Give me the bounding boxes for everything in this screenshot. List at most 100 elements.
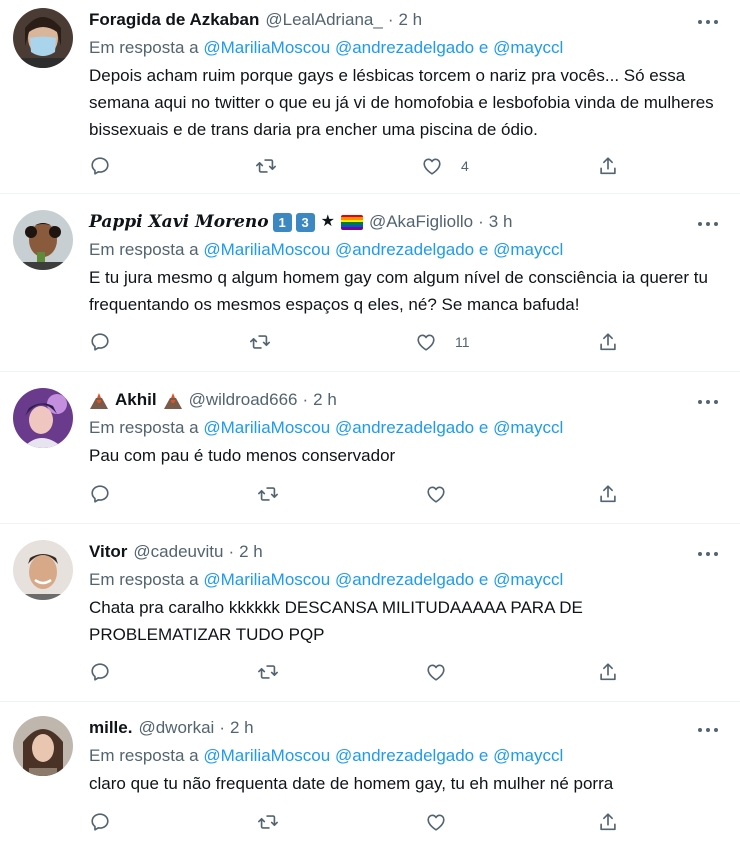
mention-link[interactable]: @andrezadelgado bbox=[335, 418, 474, 437]
tweet-item[interactable]: Foragida de Azkaban @LealAdriana_ · 2 h … bbox=[0, 0, 740, 194]
volcano-icon bbox=[163, 393, 182, 409]
reply-context: Em resposta a @MariliaMoscou @andrezadel… bbox=[89, 238, 728, 262]
user-handle[interactable]: @LealAdriana_ bbox=[265, 8, 382, 32]
share-icon bbox=[600, 157, 616, 175]
user-handle[interactable]: @AkaFigliollo bbox=[369, 210, 473, 234]
reply-prefix: Em resposta a bbox=[89, 746, 199, 765]
reply-button[interactable] bbox=[89, 660, 111, 684]
mention-conjunction: e bbox=[478, 570, 489, 589]
tweet-text: Chata pra caralho kkkkkk DESCANSA MILITU… bbox=[89, 598, 583, 644]
share-button[interactable] bbox=[597, 660, 619, 684]
like-button[interactable]: 4 bbox=[421, 154, 469, 178]
avatar[interactable] bbox=[13, 716, 73, 776]
reply-context: Em resposta a @MariliaMoscou @andrezadel… bbox=[89, 416, 728, 440]
display-name[interactable]: Foragida de Azkaban bbox=[89, 8, 259, 32]
timestamp[interactable]: 2 h bbox=[398, 8, 422, 32]
avatar[interactable] bbox=[13, 8, 73, 68]
display-name[interactable]: Vitor bbox=[89, 540, 127, 564]
more-icon[interactable] bbox=[698, 15, 722, 29]
reply-prefix: Em resposta a bbox=[89, 38, 199, 57]
mention-link[interactable]: @mayccl bbox=[493, 746, 563, 765]
share-button[interactable] bbox=[597, 154, 619, 178]
tweet-item[interactable]: Vitor @cadeuvitu · 2 h Em resposta a @Ma… bbox=[0, 524, 740, 702]
share-icon bbox=[600, 333, 616, 351]
mention-link[interactable]: @andrezadelgado bbox=[335, 746, 474, 765]
tweet-header: Vitor @cadeuvitu · 2 h bbox=[89, 540, 728, 564]
number-badge: 1 bbox=[272, 212, 292, 232]
timestamp[interactable]: 2 h bbox=[230, 716, 254, 740]
reply-prefix: Em resposta a bbox=[89, 240, 199, 259]
avatar[interactable] bbox=[13, 388, 73, 448]
like-button[interactable] bbox=[425, 660, 465, 684]
tweet-header: Foragida de Azkaban @LealAdriana_ · 2 h bbox=[89, 8, 728, 32]
share-icon bbox=[600, 813, 616, 831]
like-button[interactable]: 11 bbox=[415, 330, 470, 354]
display-name[interactable]: Pappi Xavi Moreno bbox=[89, 210, 269, 234]
like-button[interactable] bbox=[425, 810, 465, 834]
tweet-text: Pau com pau é tudo menos conservador bbox=[89, 446, 396, 465]
heart-icon bbox=[427, 664, 445, 681]
separator-dot: · bbox=[219, 718, 225, 737]
reply-icon bbox=[91, 813, 109, 831]
share-button[interactable] bbox=[597, 482, 619, 506]
action-bar bbox=[89, 482, 649, 506]
retweet-button[interactable] bbox=[257, 660, 279, 684]
retweet-icon bbox=[258, 487, 278, 501]
reply-icon bbox=[91, 157, 109, 175]
separator-dot: · bbox=[302, 390, 309, 409]
mention-link[interactable]: @MariliaMoscou bbox=[203, 746, 330, 765]
retweet-button[interactable] bbox=[255, 154, 277, 178]
more-icon[interactable] bbox=[698, 217, 722, 231]
tweet-item[interactable]: Akhil @wildroad666 · 2 h Em resposta a @… bbox=[0, 372, 740, 524]
retweet-button[interactable] bbox=[257, 810, 279, 834]
timestamp[interactable]: 3 h bbox=[489, 210, 513, 234]
more-icon[interactable] bbox=[698, 723, 722, 737]
mention-link[interactable]: @andrezadelgado bbox=[335, 570, 474, 589]
more-icon[interactable] bbox=[698, 395, 722, 409]
mention-link[interactable]: @andrezadelgado bbox=[335, 38, 474, 57]
reply-button[interactable] bbox=[89, 330, 111, 354]
mention-conjunction: e bbox=[478, 746, 489, 765]
user-handle[interactable]: @cadeuvitu bbox=[133, 540, 223, 564]
retweet-button[interactable] bbox=[257, 482, 279, 506]
display-name[interactable]: mille. bbox=[89, 716, 132, 740]
retweet-button[interactable] bbox=[249, 330, 271, 354]
share-button[interactable] bbox=[597, 810, 619, 834]
reply-button[interactable] bbox=[89, 810, 111, 834]
mention-link[interactable]: @MariliaMoscou bbox=[203, 38, 330, 57]
like-button[interactable] bbox=[425, 482, 465, 506]
tweet-header: Pappi Xavi Moreno 1 3 ★ @AkaFigliollo · … bbox=[89, 210, 728, 234]
user-handle[interactable]: @wildroad666 bbox=[189, 388, 298, 412]
tweet-item[interactable]: mille. @dworkai · 2 h Em resposta a @Mar… bbox=[0, 702, 740, 842]
volcano-icon bbox=[90, 393, 108, 409]
mention-link[interactable]: @MariliaMoscou bbox=[203, 240, 330, 259]
rainbow-flag-icon bbox=[340, 214, 363, 230]
mention-link[interactable]: @mayccl bbox=[493, 418, 563, 437]
tweet-item[interactable]: Pappi Xavi Moreno 1 3 ★ @AkaFigliollo · … bbox=[0, 194, 740, 372]
share-button[interactable] bbox=[597, 330, 619, 354]
reply-icon bbox=[91, 333, 109, 351]
retweet-icon bbox=[250, 335, 270, 349]
tweet-header: mille. @dworkai · 2 h bbox=[89, 716, 728, 740]
star-icon: ★ bbox=[320, 213, 335, 230]
avatar[interactable] bbox=[13, 540, 73, 600]
more-icon[interactable] bbox=[698, 547, 722, 561]
mention-link[interactable]: @mayccl bbox=[493, 240, 563, 259]
action-bar bbox=[89, 660, 649, 684]
retweet-icon bbox=[258, 665, 278, 679]
timestamp[interactable]: 2 h bbox=[313, 388, 337, 412]
reply-button[interactable] bbox=[89, 482, 111, 506]
tweet-feed: Foragida de Azkaban @LealAdriana_ · 2 h … bbox=[0, 0, 740, 842]
user-handle[interactable]: @dworkai bbox=[138, 716, 214, 740]
mention-link[interactable]: @mayccl bbox=[493, 38, 563, 57]
display-name[interactable]: Akhil bbox=[115, 388, 157, 412]
reply-icon bbox=[91, 663, 109, 681]
timestamp[interactable]: 2 h bbox=[239, 540, 263, 564]
mention-link[interactable]: @andrezadelgado bbox=[335, 240, 474, 259]
mention-link[interactable]: @mayccl bbox=[493, 570, 563, 589]
mention-conjunction: e bbox=[478, 240, 489, 259]
avatar[interactable] bbox=[13, 210, 73, 270]
reply-button[interactable] bbox=[89, 154, 111, 178]
mention-link[interactable]: @MariliaMoscou bbox=[203, 418, 330, 437]
mention-link[interactable]: @MariliaMoscou bbox=[203, 570, 330, 589]
